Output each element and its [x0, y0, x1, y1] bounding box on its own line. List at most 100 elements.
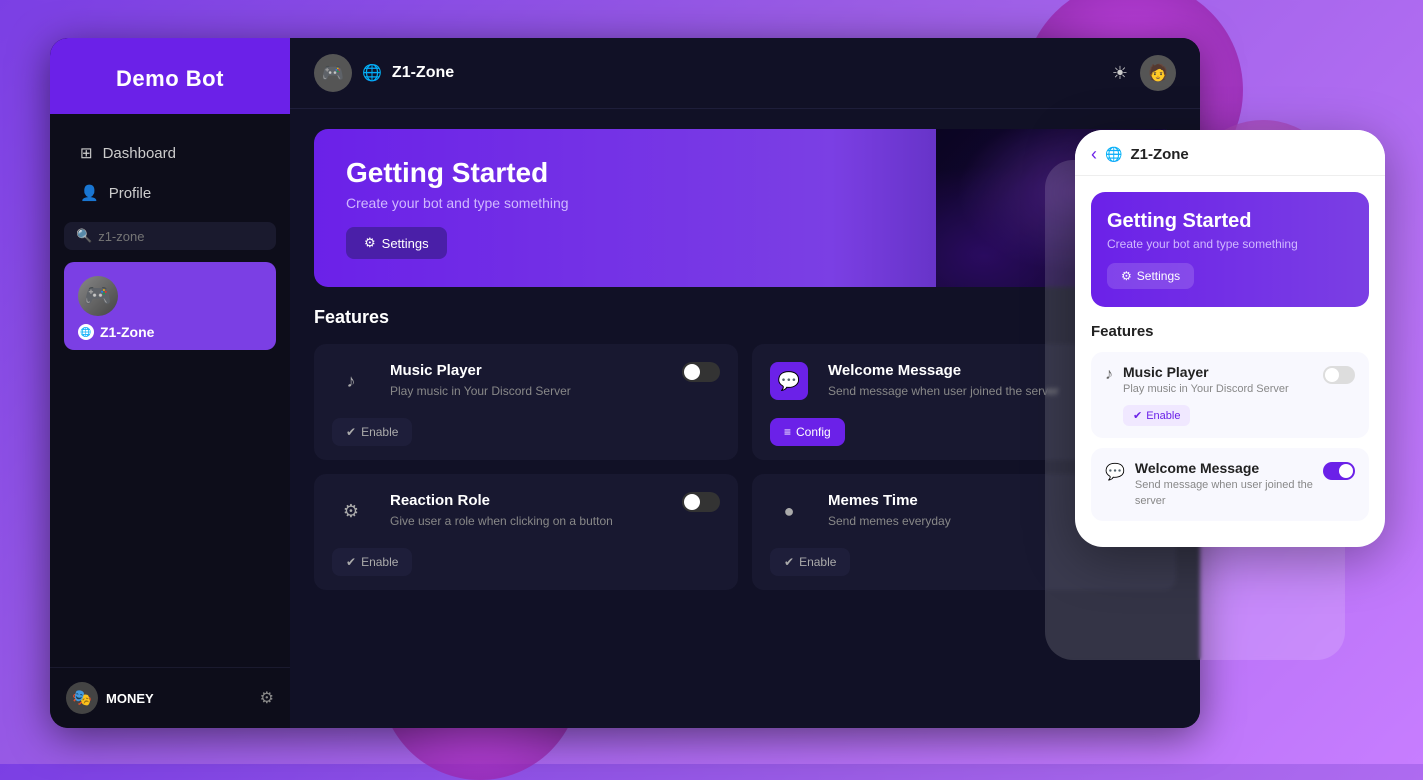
mobile-settings-label: Settings — [1137, 269, 1180, 283]
music-player-enable-button[interactable]: ✔ Enable — [332, 418, 412, 446]
reaction-role-desc: Give user a role when clicking on a butt… — [390, 512, 613, 530]
welcome-message-title: Welcome Message — [828, 362, 1059, 379]
server-globe-icon: 🌐 — [78, 324, 94, 340]
sidebar: Demo Bot ⊞ Dashboard 👤 Profile 🔍 🎮 🌐 — [50, 38, 290, 728]
welcome-message-info: Welcome Message Send message when user j… — [828, 362, 1059, 400]
topbar-globe-icon: 🌐 — [362, 63, 382, 83]
mobile-music-desc: Play music in Your Discord Server — [1123, 382, 1313, 397]
sidebar-item-profile-label: Profile — [109, 185, 152, 202]
mobile-globe-icon: 🌐 — [1105, 146, 1122, 163]
sidebar-item-dashboard[interactable]: ⊞ Dashboard — [58, 134, 282, 172]
banner-subtitle: Create your bot and type something — [346, 195, 569, 211]
dashboard-icon: ⊞ — [80, 144, 93, 162]
mobile-gs-title: Getting Started — [1107, 210, 1353, 233]
mobile-mockup: ‹ 🌐 Z1-Zone Getting Started Create your … — [1075, 130, 1385, 547]
topbar-right: ☀ 🧑 — [1112, 55, 1176, 91]
sidebar-header: Demo Bot — [50, 38, 290, 114]
app-title: Demo Bot — [116, 66, 224, 91]
mobile-content: Getting Started Create your bot and type… — [1075, 176, 1385, 547]
memes-time-icon: ● — [770, 492, 808, 530]
sidebar-footer: 🎭 MONEY ⚙ — [50, 667, 290, 728]
footer-username: MONEY — [106, 691, 154, 706]
config-icon: ≡ — [784, 425, 791, 439]
mobile-music-title: Music Player — [1123, 364, 1313, 380]
enable-icon: ✔ — [346, 425, 356, 439]
reaction-role-title: Reaction Role — [390, 492, 613, 509]
memes-time-title: Memes Time — [828, 492, 951, 509]
mobile-settings-icon: ⚙ — [1121, 269, 1132, 283]
mobile-getting-started: Getting Started Create your bot and type… — [1091, 192, 1369, 307]
memes-time-enable-button[interactable]: ✔ Enable — [770, 548, 850, 576]
search-input[interactable] — [98, 229, 264, 244]
music-player-info: Music Player Play music in Your Discord … — [390, 362, 571, 400]
music-player-title: Music Player — [390, 362, 571, 379]
mobile-feature-music-player: ♪ Music Player Play music in Your Discor… — [1091, 352, 1369, 438]
sidebar-item-dashboard-label: Dashboard — [103, 145, 176, 162]
feature-card-header-reaction: ⚙ Reaction Role Give user a role when cl… — [332, 492, 720, 530]
banner-settings-icon: ⚙ — [364, 235, 376, 251]
sidebar-search: 🔍 — [64, 222, 276, 250]
mobile-feature-welcome-message: 💬 Welcome Message Send message when user… — [1091, 448, 1369, 521]
music-player-btn-label: Enable — [361, 425, 398, 439]
topbar-left: 🎮 🌐 Z1-Zone — [314, 54, 454, 92]
banner-title: Getting Started — [346, 157, 569, 189]
feature-card-header-music: ♪ Music Player Play music in Your Discor… — [332, 362, 720, 400]
footer-user: 🎭 MONEY — [66, 682, 154, 714]
reaction-role-btn-label: Enable — [361, 555, 398, 569]
server-name-row: 🌐 Z1-Zone — [78, 324, 154, 340]
mobile-welcome-info: Welcome Message Send message when user j… — [1135, 460, 1313, 509]
footer-gear-icon[interactable]: ⚙ — [260, 688, 274, 708]
footer-avatar: 🎭 — [66, 682, 98, 714]
sidebar-nav: ⊞ Dashboard 👤 Profile 🔍 🎮 🌐 Z1-Zone — [50, 114, 290, 667]
mobile-enable-check-icon: ✔ — [1133, 409, 1142, 422]
main-window: Demo Bot ⊞ Dashboard 👤 Profile 🔍 🎮 🌐 — [50, 38, 1200, 728]
mobile-welcome-toggle[interactable] — [1323, 462, 1355, 480]
music-player-toggle[interactable] — [682, 362, 720, 382]
mobile-music-info: Music Player Play music in Your Discord … — [1123, 364, 1313, 426]
mobile-music-enable-label: Enable — [1146, 410, 1180, 422]
memes-time-btn-label: Enable — [799, 555, 836, 569]
topbar-user-avatar[interactable]: 🧑 — [1140, 55, 1176, 91]
topbar-server-name: Z1-Zone — [392, 64, 454, 82]
mobile-header: ‹ 🌐 Z1-Zone — [1075, 130, 1385, 176]
mobile-music-enable-button[interactable]: ✔ Enable — [1123, 405, 1190, 426]
welcome-message-config-button[interactable]: ≡ Config — [770, 418, 845, 446]
mobile-music-icon: ♪ — [1105, 366, 1113, 384]
search-icon: 🔍 — [76, 228, 92, 244]
reaction-role-info: Reaction Role Give user a role when clic… — [390, 492, 613, 530]
profile-icon: 👤 — [80, 184, 99, 202]
server-avatar: 🎮 — [78, 276, 118, 316]
enable-icon-memes: ✔ — [784, 555, 794, 569]
mobile-settings-button[interactable]: ⚙ Settings — [1107, 263, 1194, 289]
banner-content: Getting Started Create your bot and type… — [346, 157, 569, 259]
memes-time-info: Memes Time Send memes everyday — [828, 492, 951, 530]
welcome-message-icon: 💬 — [770, 362, 808, 400]
memes-time-desc: Send memes everyday — [828, 512, 951, 530]
mobile-music-toggle[interactable] — [1323, 366, 1355, 384]
banner-settings-button[interactable]: ⚙ Settings — [346, 227, 447, 259]
welcome-message-btn-label: Config — [796, 425, 831, 439]
reaction-role-icon: ⚙ — [332, 492, 370, 530]
banner-settings-label: Settings — [382, 236, 429, 251]
reaction-role-enable-button[interactable]: ✔ Enable — [332, 548, 412, 576]
sidebar-item-profile[interactable]: 👤 Profile — [58, 174, 282, 212]
mobile-server-name: Z1-Zone — [1130, 146, 1188, 163]
enable-icon-reaction: ✔ — [346, 555, 356, 569]
feature-card-reaction-role: ⚙ Reaction Role Give user a role when cl… — [314, 474, 738, 590]
mobile-welcome-desc: Send message when user joined the server — [1135, 478, 1313, 509]
welcome-message-desc: Send message when user joined the server — [828, 382, 1059, 400]
reaction-role-toggle[interactable] — [682, 492, 720, 512]
mobile-features-title: Features — [1091, 323, 1369, 340]
music-player-icon: ♪ — [332, 362, 370, 400]
music-player-desc: Play music in Your Discord Server — [390, 382, 571, 400]
theme-toggle-icon[interactable]: ☀ — [1112, 63, 1128, 84]
mobile-welcome-title: Welcome Message — [1135, 460, 1313, 476]
topbar-avatar: 🎮 — [314, 54, 352, 92]
server-name: Z1-Zone — [100, 324, 154, 340]
mobile-back-button[interactable]: ‹ — [1091, 144, 1097, 165]
feature-card-music-player: ♪ Music Player Play music in Your Discor… — [314, 344, 738, 460]
mobile-welcome-icon: 💬 — [1105, 462, 1125, 482]
sidebar-server-card[interactable]: 🎮 🌐 Z1-Zone — [64, 262, 276, 350]
topbar: 🎮 🌐 Z1-Zone ☀ 🧑 — [290, 38, 1200, 109]
mobile-gs-subtitle: Create your bot and type something — [1107, 237, 1353, 251]
